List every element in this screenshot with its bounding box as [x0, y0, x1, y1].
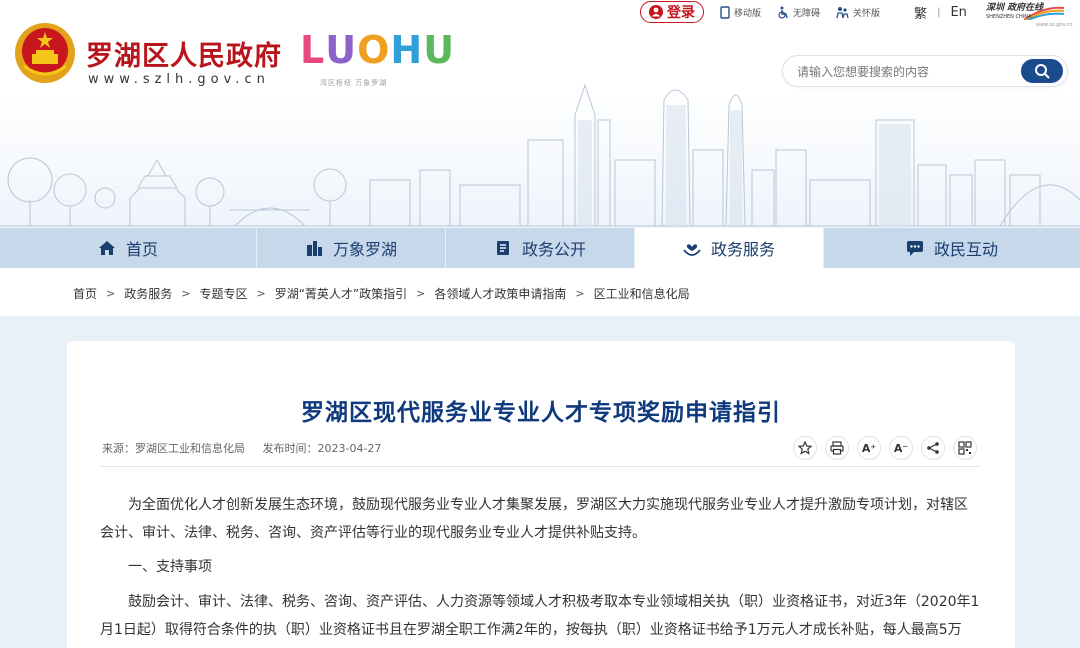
meta-divider: [100, 466, 980, 467]
home-icon: [98, 241, 115, 255]
site-title: 罗湖区人民政府: [86, 41, 282, 72]
nav-label: 万象罗湖: [332, 240, 397, 259]
breadcrumb-separator: >: [106, 287, 116, 300]
care-people-icon: [836, 6, 849, 18]
breadcrumb-item[interactable]: 首页: [73, 285, 97, 302]
luohu-brand-logo: LUOHU: [300, 28, 456, 72]
breadcrumb-separator: >: [256, 287, 266, 300]
chat-icon: [906, 241, 923, 256]
mobile-phone-icon: [720, 5, 730, 19]
nav-label: 政务公开: [521, 240, 586, 259]
search-box: [782, 55, 1068, 87]
date-label: 发布时间：: [262, 442, 318, 455]
qrcode-icon: [958, 441, 972, 455]
article-meta: 来源：罗湖区工业和信息化局 发布时间：2023-04-27: [102, 440, 381, 456]
top-toolbar: 登录 移动版 无障碍 关怀版 繁 | En: [640, 0, 967, 24]
nav-item-gov-disclosure[interactable]: 政务公开: [446, 228, 635, 268]
print-button[interactable]: [825, 436, 849, 460]
breadcrumb-separator: >: [416, 287, 426, 300]
shenzhen-gov-logo[interactable]: 深圳 政府在线 SHENZHEN CHINA www.sz.gov.cn: [986, 0, 1073, 30]
breadcrumb-separator: >: [181, 287, 191, 300]
brand-slogan: 湾区枢纽 万象罗湖: [320, 79, 388, 87]
article-tools: A⁺ A⁻: [793, 436, 977, 460]
mobile-version-link[interactable]: 移动版: [720, 5, 762, 19]
breadcrumb: 首页 > 政务服务 > 专题专区 > 罗湖“菁英人才”政策指引 > 各领域人才政…: [73, 285, 690, 302]
accessibility-label: 无障碍: [793, 8, 821, 19]
article-source: 罗湖区工业和信息化局: [135, 442, 245, 455]
nav-item-luohu[interactable]: 万象罗湖: [257, 228, 446, 268]
lang-separator: |: [937, 6, 941, 18]
font-decrease-button[interactable]: A⁻: [889, 436, 913, 460]
main-nav: 首页 万象罗湖 政务公开 政务服务 政民互动: [0, 228, 1080, 268]
care-version-link[interactable]: 关怀版: [836, 6, 880, 19]
qrcode-button[interactable]: [953, 436, 977, 460]
article-title: 罗湖区现代服务业专业人才专项奖励申请指引: [301, 400, 781, 426]
section-heading: 一、支持事项: [128, 559, 212, 575]
nav-item-interaction[interactable]: 政民互动: [824, 228, 1080, 268]
nav-label: 政民互动: [933, 240, 998, 259]
star-icon: [798, 441, 812, 455]
search-input[interactable]: [797, 62, 1017, 82]
sz-logo-url: www.sz.gov.cn: [1036, 22, 1073, 28]
nav-label: 政务服务: [710, 240, 775, 259]
login-button[interactable]: 登录: [640, 1, 704, 23]
user-icon: [649, 5, 663, 19]
login-label: 登录: [667, 5, 695, 21]
care-version-label: 关怀版: [853, 8, 881, 19]
national-emblem-icon: [15, 23, 75, 83]
font-increase-button[interactable]: A⁺: [857, 436, 881, 460]
nav-label: 首页: [125, 240, 158, 259]
breadcrumb-item[interactable]: 专题专区: [199, 285, 247, 302]
wheelchair-icon: [778, 6, 788, 19]
lang-traditional-link[interactable]: 繁: [914, 3, 927, 22]
nav-item-home[interactable]: 首页: [0, 228, 257, 268]
document-icon: [496, 241, 509, 255]
breadcrumb-item[interactable]: 罗湖“菁英人才”政策指引: [275, 285, 407, 302]
lang-english-link[interactable]: En: [950, 5, 966, 20]
printer-icon: [830, 441, 844, 455]
breadcrumb-separator: >: [575, 287, 585, 300]
site-url: www.szlh.gov.cn: [88, 72, 270, 87]
site-header: 罗湖区人民政府 www.szlh.gov.cn LUOHU 湾区枢纽 万象罗湖 …: [0, 0, 1080, 228]
breadcrumb-item[interactable]: 区工业和信息化局: [594, 285, 690, 302]
favorite-button[interactable]: [793, 436, 817, 460]
article-date: 2023-04-27: [317, 442, 382, 455]
breadcrumb-item[interactable]: 各领域人才政策申请指南: [434, 285, 566, 302]
breadcrumb-item[interactable]: 政务服务: [124, 285, 172, 302]
city-skyline-illustration: [0, 83, 1080, 227]
accessibility-link[interactable]: 无障碍: [777, 6, 820, 19]
nav-item-gov-service[interactable]: 政务服务: [635, 228, 824, 268]
heart-hands-icon: [683, 244, 701, 256]
source-label: 来源：: [102, 442, 135, 455]
article-card: 罗湖区现代服务业专业人才专项奖励申请指引 来源：罗湖区工业和信息化局 发布时间：…: [67, 341, 1015, 648]
buildings-icon: [306, 241, 322, 256]
search-icon: [1035, 64, 1050, 79]
mobile-version-label: 移动版: [734, 8, 762, 19]
search-button[interactable]: [1021, 59, 1063, 83]
article-paragraph: 鼓励会计、审计、法律、税务、咨询、资产评估、人力资源等领域人才积极考取本专业领域…: [100, 594, 980, 638]
share-button[interactable]: [921, 436, 945, 460]
share-icon: [927, 442, 939, 454]
sz-logo-en: SHENZHEN CHINA: [986, 14, 1032, 20]
breadcrumb-bar: 首页 > 政务服务 > 专题专区 > 罗湖“菁英人才”政策指引 > 各领域人才政…: [0, 268, 1080, 316]
article-paragraph: 为全面优化人才创新发展生态环境，鼓励现代服务业专业人才集聚发展，罗湖区大力实施现…: [100, 497, 968, 541]
